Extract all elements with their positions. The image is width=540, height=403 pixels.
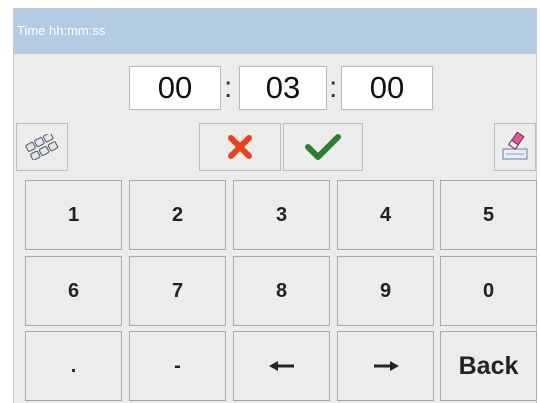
key-1[interactable]: 1	[25, 180, 122, 250]
eraser-icon	[502, 132, 528, 160]
key-7[interactable]: 7	[129, 256, 226, 326]
key-6[interactable]: 6	[25, 256, 122, 326]
keyboard-button[interactable]	[16, 123, 68, 171]
minutes-field[interactable]: 03	[239, 66, 327, 110]
key-0[interactable]: 0	[440, 256, 537, 326]
keyboard-icon	[25, 134, 59, 160]
dialog-title: Time hh:mm:ss	[14, 8, 536, 54]
arrow-left-icon	[268, 361, 294, 371]
time-entry-dialog: Time hh:mm:ss 00 : 03 : 00 1 2 3 4 5 6 7…	[13, 8, 537, 403]
cancel-button[interactable]	[199, 123, 281, 171]
key-9[interactable]: 9	[337, 256, 434, 326]
time-separator: :	[224, 71, 233, 104]
hours-field[interactable]: 00	[129, 66, 221, 110]
key-8[interactable]: 8	[233, 256, 330, 326]
seconds-field[interactable]: 00	[341, 66, 433, 110]
confirm-button[interactable]	[283, 123, 363, 171]
cursor-left-button[interactable]	[233, 331, 330, 401]
back-button[interactable]: Back	[440, 331, 537, 401]
key-3[interactable]: 3	[233, 180, 330, 250]
key-5[interactable]: 5	[440, 180, 537, 250]
check-icon	[305, 134, 341, 160]
cross-icon	[228, 135, 252, 159]
key-dot[interactable]: .	[25, 331, 122, 401]
key-2[interactable]: 2	[129, 180, 226, 250]
arrow-right-icon	[373, 361, 399, 371]
clear-button[interactable]	[494, 123, 536, 171]
cursor-right-button[interactable]	[337, 331, 434, 401]
key-minus[interactable]: -	[129, 331, 226, 401]
time-separator: :	[329, 71, 338, 104]
key-4[interactable]: 4	[337, 180, 434, 250]
